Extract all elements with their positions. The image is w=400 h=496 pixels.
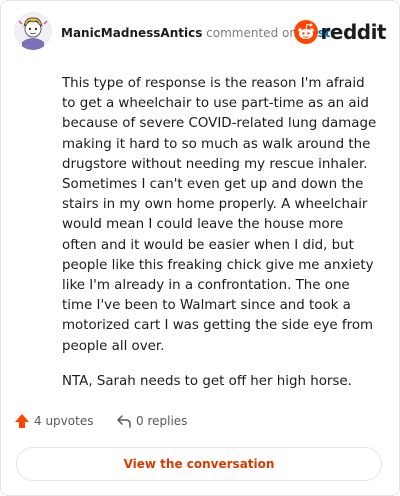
reply-count: 0 replies (136, 414, 188, 428)
user-avatar[interactable] (14, 12, 52, 50)
avatar-icon (14, 12, 52, 50)
reddit-snoo-icon (293, 20, 318, 44)
upvote-count: 4 upvotes (34, 414, 94, 428)
commented-on-label: commented on (206, 26, 297, 40)
username-link[interactable]: ManicMadnessAntics (61, 26, 202, 40)
comment-footer: 4 upvotes 0 replies (14, 413, 384, 433)
comment-paragraph: NTA, Sarah needs to get off her high hor… (62, 373, 352, 389)
comment-paragraph: This type of response is the reason I'm … (62, 76, 377, 354)
upvote-arrow-icon (15, 414, 29, 428)
reddit-logo[interactable]: reddit (293, 19, 387, 45)
reddit-wordmark: reddit (320, 20, 387, 44)
view-conversation-button[interactable]: View the conversation (16, 447, 382, 481)
upvote-button[interactable]: 4 upvotes (14, 413, 93, 429)
replies-button[interactable]: 0 replies (116, 413, 187, 429)
comment-body: This type of response is the reason I'm … (62, 74, 382, 407)
comment-header: ManicMadnessAntics commented on post red… (14, 12, 387, 52)
comment-byline: ManicMadnessAntics commented on post (61, 25, 331, 41)
reply-arrow-icon (117, 415, 131, 428)
